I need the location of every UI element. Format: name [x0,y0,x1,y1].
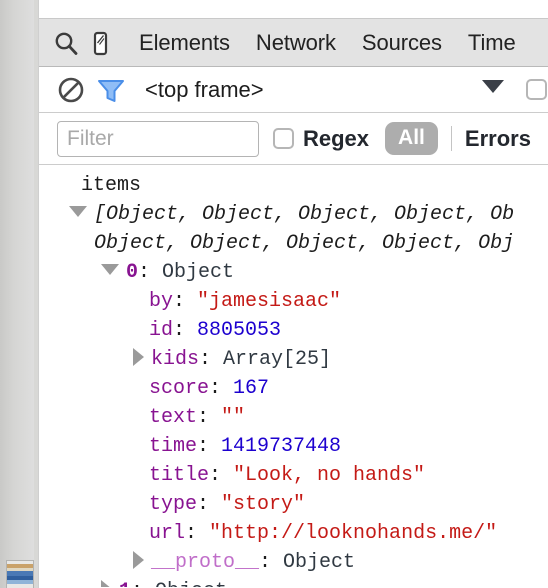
level-filter-all[interactable]: All [385,122,438,155]
console-token: kids [151,348,200,371]
console-token: __proto__ [151,551,260,574]
console-token: : [209,464,234,487]
regex-checkbox[interactable] [273,128,294,149]
console-token: 1 [119,580,131,587]
frame-selector-label[interactable]: <top frame> [145,77,264,103]
console-token: score [149,377,210,400]
console-frame-toolbar: <top frame> Pre [39,67,548,113]
window-title-strip [39,0,548,19]
preserve-log-control[interactable]: Pre [526,76,548,102]
tab-list: Elements Network Sources Time [139,30,516,56]
level-separator [450,126,452,151]
console-token: "story" [221,493,306,516]
console-token: : [197,406,222,429]
console-token: : [197,493,222,516]
property-by[interactable]: by: "jamesisaac" [39,287,548,316]
tab-timeline[interactable]: Time [468,30,516,56]
tab-network[interactable]: Network [256,30,336,56]
console-filter-toolbar: Regex All Errors W [39,113,548,165]
disclosure-triangle-expanded-icon[interactable] [69,206,87,218]
console-token: items [81,174,142,197]
disclosure-triangle-collapsed-icon[interactable] [133,347,144,366]
console-token: text [149,406,198,429]
property-text[interactable]: text: "" [39,403,548,432]
devtools-window: Elements Network Sources Time <top frame… [38,0,548,588]
level-filter-errors[interactable]: Errors [465,126,531,152]
console-log-label[interactable]: items [39,171,548,200]
clear-console-icon[interactable] [53,72,89,108]
console-token: : [209,377,234,400]
property-proto[interactable]: __proto__: Object [39,548,548,577]
desktop-backdrop: Elements Network Sources Time <top frame… [0,0,548,588]
filter-input[interactable] [57,120,259,157]
devtools-tab-bar: Elements Network Sources Time [39,19,548,67]
preserve-log-checkbox[interactable] [526,78,547,100]
console-token: Array[25] [223,348,332,371]
console-token: "jamesisaac" [197,290,342,313]
property-time[interactable]: time: 1419737448 [39,432,548,461]
console-token: 1419737448 [221,435,342,458]
console-token: title [149,464,210,487]
property-kids[interactable]: kids: Array[25] [39,345,548,374]
console-token: [Object, Object, Object, Object, Ob [94,203,515,226]
console-token: 0 [126,261,139,284]
log-level-group: All Errors W [385,122,548,155]
console-token: "" [221,406,246,429]
array-item-0[interactable]: 0: Object [39,258,548,287]
property-id[interactable]: id: 8805053 [39,316,548,345]
property-title[interactable]: title: "Look, no hands" [39,461,548,490]
console-token: by [149,290,174,313]
regex-control[interactable]: Regex [273,126,369,152]
console-token: : [185,522,210,545]
console-token: Object [283,551,356,574]
search-icon[interactable] [49,26,83,60]
console-token: "Look, no hands" [233,464,426,487]
console-token: Object [162,261,235,284]
console-token: 8805053 [197,319,282,342]
array-item-1[interactable]: 1: Object [39,577,548,587]
console-token: : [197,435,222,458]
console-token: url [149,522,186,545]
tab-elements[interactable]: Elements [139,30,230,56]
console-token: id [149,319,174,342]
device-toggle-icon[interactable] [83,26,117,60]
console-token: 167 [233,377,270,400]
console-token: : [259,551,284,574]
regex-label: Regex [303,125,370,151]
console-token: Object, Object, Object, Object, Obj [94,232,515,255]
console-token: Object [155,580,227,587]
disclosure-triangle-collapsed-icon[interactable] [101,579,112,587]
tab-sources[interactable]: Sources [362,30,442,56]
disclosure-triangle-expanded-icon[interactable] [101,264,119,276]
console-token: time [149,435,198,458]
property-score[interactable]: score: 167 [39,374,548,403]
property-url[interactable]: url: "http://looknohands.me/" [39,519,548,548]
console-token: : [173,290,198,313]
filter-funnel-icon[interactable] [89,72,133,108]
console-output[interactable]: items [Object, Object, Object, Object, Ob… [39,165,548,587]
array-preview-wrap[interactable]: Object, Object, Object, Object, Obj [39,229,548,258]
console-token: : [138,261,163,284]
console-token: type [149,493,198,516]
chevron-down-icon[interactable] [482,80,504,93]
property-type[interactable]: type: "story" [39,490,548,519]
console-token: : [173,319,198,342]
console-token: "http://looknohands.me/" [209,522,498,545]
console-token: : [131,580,155,587]
desktop-left-strip [0,0,34,588]
console-token: : [199,348,224,371]
array-preview-row[interactable]: [Object, Object, Object, Object, Ob [39,200,548,229]
desktop-thumbnail-icon [6,560,34,588]
disclosure-triangle-collapsed-icon[interactable] [133,550,144,569]
